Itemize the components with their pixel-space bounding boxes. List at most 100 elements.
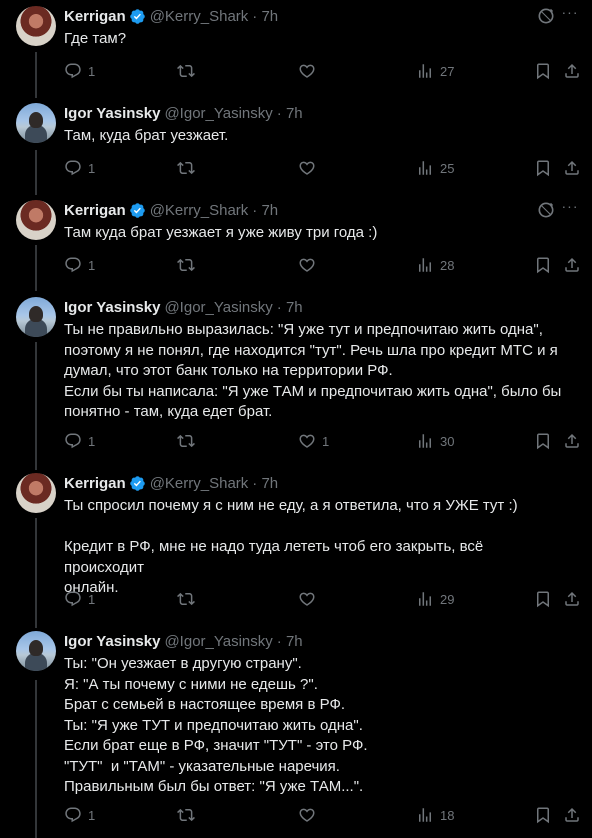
tweet[interactable]: Kerrigan @Kerry_Shark · 7h ··· Там куда … <box>0 194 592 291</box>
bookmark-button[interactable] <box>534 61 552 81</box>
share-button[interactable] <box>563 589 581 609</box>
timestamp[interactable]: · 7h <box>252 8 278 25</box>
reply-button[interactable]: 1 <box>64 61 95 81</box>
share-icon <box>563 256 581 274</box>
more-options-icon[interactable]: ··· <box>560 199 580 220</box>
views-button[interactable]: 29 <box>416 589 454 609</box>
like-button[interactable] <box>298 158 316 178</box>
retweet-button[interactable] <box>177 589 195 609</box>
reply-icon <box>64 256 82 274</box>
avatar[interactable] <box>16 297 56 337</box>
reply-button[interactable]: 1 <box>64 255 95 275</box>
author-name[interactable]: Igor Yasinsky <box>64 633 160 650</box>
author-name[interactable]: Kerrigan <box>64 202 126 219</box>
share-icon <box>563 159 581 177</box>
bookmark-button[interactable] <box>534 158 552 178</box>
retweet-icon <box>177 62 195 80</box>
reply-button[interactable]: 1 <box>64 431 95 451</box>
author-name[interactable]: Kerrigan <box>64 475 126 492</box>
bookmark-button[interactable] <box>534 589 552 609</box>
author-handle[interactable]: @Kerry_Shark <box>150 475 249 492</box>
timestamp[interactable]: · 7h <box>277 633 303 650</box>
timestamp[interactable]: · 7h <box>277 105 303 122</box>
more-options-icon[interactable]: ··· <box>560 5 580 26</box>
bookmark-icon <box>534 62 552 80</box>
timestamp[interactable]: · 7h <box>252 475 278 492</box>
tweet[interactable]: Kerrigan @Kerry_Shark · 7h ··· Где там? … <box>0 0 592 97</box>
author-handle[interactable]: @Kerry_Shark <box>150 202 249 219</box>
tweet-actions: 1 29 <box>64 589 580 609</box>
tweet-text: Там куда брат уезжает я уже живу три год… <box>64 224 378 241</box>
avatar[interactable] <box>16 103 56 143</box>
author-name[interactable]: Igor Yasinsky <box>64 105 160 122</box>
bookmark-button[interactable] <box>534 431 552 451</box>
share-button[interactable] <box>563 158 581 178</box>
like-button[interactable] <box>298 805 316 825</box>
like-icon <box>298 62 316 80</box>
retweet-button[interactable] <box>177 61 195 81</box>
view-count: 18 <box>440 807 455 823</box>
avatar[interactable] <box>16 6 56 46</box>
tweet-header: Kerrigan @Kerry_Shark · 7h <box>64 473 278 493</box>
tweet[interactable]: Igor Yasinsky @Igor_Yasinsky · 7h Там, к… <box>0 97 592 194</box>
views-button[interactable]: 18 <box>416 805 454 825</box>
retweet-button[interactable] <box>177 431 195 451</box>
grok-icon[interactable] <box>536 200 556 220</box>
tweet[interactable]: Kerrigan @Kerry_Shark · 7h Ты спросил по… <box>0 467 592 625</box>
views-button[interactable]: 27 <box>416 61 454 81</box>
tweet-actions: 1 18 <box>64 805 580 825</box>
tweet-actions: 1 28 <box>64 255 580 275</box>
bookmark-button[interactable] <box>534 805 552 825</box>
views-icon <box>416 432 434 450</box>
tweet[interactable]: Igor Yasinsky @Igor_Yasinsky · 7h Ты: "О… <box>0 625 592 838</box>
avatar[interactable] <box>16 473 56 513</box>
timestamp[interactable]: · 7h <box>252 202 278 219</box>
retweet-button[interactable] <box>177 805 195 825</box>
reply-count: 1 <box>88 433 96 449</box>
share-button[interactable] <box>563 431 581 451</box>
bookmark-button[interactable] <box>534 255 552 275</box>
like-button[interactable] <box>298 61 316 81</box>
tweet-header: Igor Yasinsky @Igor_Yasinsky · 7h <box>64 103 303 123</box>
tweet-header: Igor Yasinsky @Igor_Yasinsky · 7h <box>64 297 303 317</box>
tweet-text: Где там? <box>64 30 127 47</box>
tweet-header: Igor Yasinsky @Igor_Yasinsky · 7h <box>64 631 303 651</box>
verified-badge-icon <box>129 202 146 219</box>
retweet-icon <box>177 806 195 824</box>
share-button[interactable] <box>563 61 581 81</box>
retweet-button[interactable] <box>177 158 195 178</box>
tweet[interactable]: Igor Yasinsky @Igor_Yasinsky · 7h Ты не … <box>0 291 592 467</box>
author-handle[interactable]: @Igor_Yasinsky <box>164 105 272 122</box>
view-count: 25 <box>440 160 455 176</box>
verified-badge-icon <box>129 8 146 25</box>
reply-button[interactable]: 1 <box>64 589 95 609</box>
like-button[interactable] <box>298 589 316 609</box>
grok-icon[interactable] <box>536 6 556 26</box>
views-button[interactable]: 28 <box>416 255 454 275</box>
reply-button[interactable]: 1 <box>64 158 95 178</box>
like-icon <box>298 590 316 608</box>
timestamp[interactable]: · 7h <box>277 299 303 316</box>
author-handle[interactable]: @Igor_Yasinsky <box>164 633 272 650</box>
reply-count: 1 <box>88 257 96 273</box>
views-button[interactable]: 30 <box>416 431 454 451</box>
share-button[interactable] <box>563 255 581 275</box>
avatar[interactable] <box>16 631 56 671</box>
author-handle[interactable]: @Igor_Yasinsky <box>164 299 272 316</box>
author-name[interactable]: Igor Yasinsky <box>64 299 160 316</box>
like-button[interactable]: 1 <box>298 431 329 451</box>
view-count: 28 <box>440 257 455 273</box>
author-handle[interactable]: @Kerry_Shark <box>150 8 249 25</box>
avatar[interactable] <box>16 200 56 240</box>
reply-count: 1 <box>88 160 96 176</box>
retweet-icon <box>177 432 195 450</box>
bookmark-icon <box>534 590 552 608</box>
views-button[interactable]: 25 <box>416 158 454 178</box>
share-button[interactable] <box>563 805 581 825</box>
tweet-text: Там, куда брат уезжает. <box>64 127 229 144</box>
reply-button[interactable]: 1 <box>64 805 95 825</box>
author-name[interactable]: Kerrigan <box>64 8 126 25</box>
views-icon <box>416 159 434 177</box>
retweet-button[interactable] <box>177 255 195 275</box>
like-button[interactable] <box>298 255 316 275</box>
